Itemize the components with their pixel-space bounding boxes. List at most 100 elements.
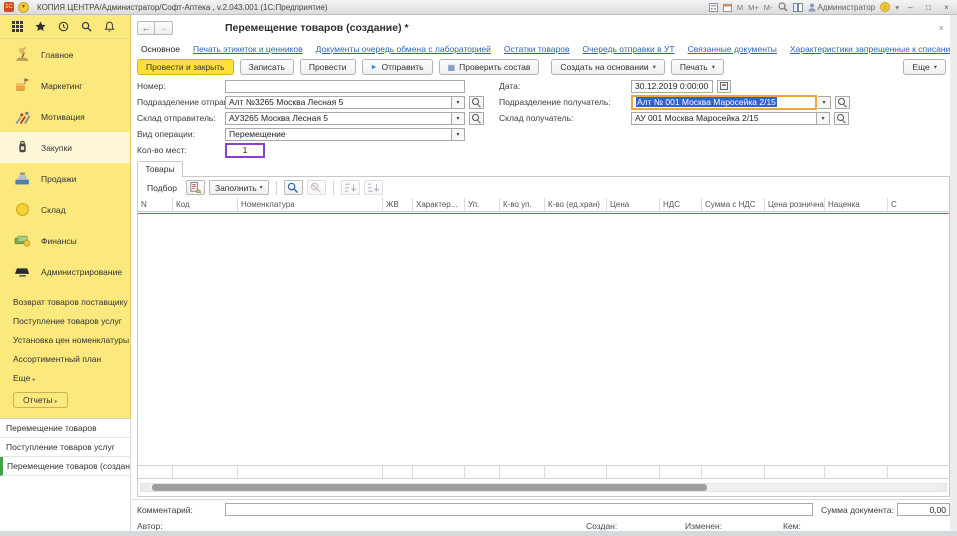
sidebar-link-more[interactable]: Еще ▸ <box>13 373 130 383</box>
sort-descending-button[interactable] <box>364 180 383 195</box>
pick-items-icon-button[interactable] <box>186 180 205 195</box>
close-window-button[interactable]: × <box>940 3 953 12</box>
operation-type-dropdown[interactable]: ▾ <box>452 128 465 141</box>
sidebar-link-return-to-supplier[interactable]: Возврат товаров поставщику <box>13 297 130 307</box>
calculator-icon[interactable] <box>709 3 718 12</box>
scrollbar-thumb[interactable] <box>152 484 707 491</box>
info-icon[interactable]: i <box>880 2 890 12</box>
tab-lab-exchange-queue[interactable]: Документы очередь обмена с лабораторией <box>316 44 491 54</box>
department-receiver-dropdown[interactable]: ▾ <box>818 96 831 109</box>
warehouse-sender-open-button[interactable] <box>469 112 484 125</box>
sidebar-link-goods-receipt[interactable]: Поступление товаров услуг <box>13 316 130 326</box>
maximize-button[interactable]: □ <box>922 3 935 12</box>
horizontal-scrollbar[interactable] <box>140 483 947 492</box>
column-header-vat[interactable]: НДС <box>660 198 702 211</box>
current-user[interactable]: Администратор <box>808 3 876 12</box>
apps-grid-icon[interactable] <box>12 21 23 32</box>
warehouse-sender-dropdown[interactable]: ▾ <box>452 112 465 125</box>
goods-table-body[interactable] <box>138 214 949 463</box>
number-input[interactable] <box>225 80 465 93</box>
calendar-mini-icon[interactable] <box>723 3 732 12</box>
write-button[interactable]: Записать <box>240 59 294 75</box>
tab-print-labels[interactable]: Печать этикеток и ценников <box>193 44 303 54</box>
open-window-item-goods-transfer[interactable]: Перемещение товаров <box>0 419 130 438</box>
open-window-item-goods-receipt[interactable]: Поступление товаров услуг <box>0 438 130 457</box>
more-button[interactable]: Еще ▾ <box>903 59 946 75</box>
column-header-price[interactable]: Цена <box>607 198 660 211</box>
minimize-button[interactable]: – <box>904 3 917 12</box>
cancel-find-button[interactable] <box>307 180 326 195</box>
column-header-pack-qty[interactable]: К-во уп. <box>500 198 545 211</box>
column-header-zhv[interactable]: ЖВ <box>383 198 413 211</box>
column-header-retail-price[interactable]: Цена розничная <box>765 198 825 211</box>
calendar-button[interactable] <box>717 80 731 93</box>
sidebar-item-sales[interactable]: Продажи <box>0 163 130 194</box>
sidebar-item-finance[interactable]: Финансы <box>0 225 130 256</box>
post-button[interactable]: Провести <box>300 59 356 75</box>
column-header-characteristic[interactable]: Характер... <box>413 198 465 211</box>
tab-ut-send-queue[interactable]: Очередь отправки в УТ <box>583 44 675 54</box>
open-window-item-goods-transfer-new[interactable]: Перемещение товаров (создание) * <box>0 457 130 476</box>
tab-main[interactable]: Основное <box>141 44 180 54</box>
department-receiver-open-button[interactable] <box>835 96 850 109</box>
comment-input[interactable] <box>225 503 813 516</box>
find-button[interactable] <box>284 180 303 195</box>
scroll-left-arrow[interactable] <box>141 484 150 491</box>
operation-type-input[interactable]: Перемещение <box>225 128 452 141</box>
date-input[interactable]: 30.12.2019 0:00:00 <box>631 80 713 93</box>
sidebar-item-motivation[interactable]: Мотивация <box>0 101 130 132</box>
warehouse-receiver-dropdown[interactable]: ▾ <box>817 112 830 125</box>
tab-goods-balance[interactable]: Остатки товаров <box>504 44 570 54</box>
warehouse-receiver-open-button[interactable] <box>834 112 849 125</box>
pick-button[interactable]: Подбор <box>142 181 182 195</box>
forward-button[interactable]: → <box>155 21 173 35</box>
check-composition-button[interactable]: ▦ Проверить состав <box>439 59 540 75</box>
places-count-input[interactable]: 1 <box>225 143 265 158</box>
history-icon[interactable] <box>58 21 69 32</box>
department-sender-input[interactable]: Алт №3265 Москва Лесная 5 <box>225 96 452 109</box>
tab-related-documents[interactable]: Связанные документы <box>688 44 777 54</box>
scroll-right-arrow[interactable] <box>937 484 946 491</box>
sidebar-item-administration[interactable]: Администрирование <box>0 256 130 287</box>
create-from-button[interactable]: Создать на основании ▾ <box>551 59 664 75</box>
column-header-pack[interactable]: Уп. <box>465 198 500 211</box>
back-button[interactable]: ← <box>137 21 155 35</box>
close-form-icon[interactable]: × <box>935 23 948 33</box>
sidebar-item-purchases[interactable]: Закупки <box>0 132 130 163</box>
zoom-icon[interactable] <box>778 2 788 12</box>
main-menu-button[interactable]: ▾ <box>18 2 29 13</box>
column-header-sum[interactable]: С <box>888 198 949 211</box>
memory-m-button[interactable]: М <box>737 3 743 12</box>
column-header-n[interactable]: N <box>138 198 173 211</box>
reports-button[interactable]: Отчеты ▸ <box>13 392 68 408</box>
sidebar-link-price-setting[interactable]: Установка цен номенклатуры <box>13 335 130 345</box>
send-button[interactable]: ► Отправить <box>362 59 433 75</box>
print-button[interactable]: Печать ▾ <box>671 59 724 75</box>
column-header-sum-vat[interactable]: Сумма с НДС <box>702 198 765 211</box>
sidebar-link-assortment-plan[interactable]: Ассортиментный план <box>13 354 130 364</box>
sidebar-item-warehouse[interactable]: Склад <box>0 194 130 225</box>
tab-goods[interactable]: Товары <box>137 161 183 177</box>
notifications-bell-icon[interactable] <box>104 21 115 32</box>
department-sender-open-button[interactable] <box>469 96 484 109</box>
sort-ascending-button[interactable] <box>341 180 360 195</box>
department-sender-dropdown[interactable]: ▾ <box>452 96 465 109</box>
post-and-close-button[interactable]: Провести и закрыть <box>137 59 234 75</box>
favorites-star-icon[interactable] <box>35 21 46 32</box>
sidebar-item-main[interactable]: Главное <box>0 39 130 70</box>
memory-mminus-button[interactable]: М- <box>764 3 773 12</box>
split-view-icon[interactable] <box>793 3 803 12</box>
tab-forbidden-characteristics[interactable]: Характеристики запрещенные к списанию <box>790 44 957 54</box>
column-header-code[interactable]: Код <box>173 198 238 211</box>
column-header-nomenclature[interactable]: Номенклатура <box>238 198 383 211</box>
warehouse-sender-input[interactable]: АУ3265 Москва Лесная 5 <box>225 112 452 125</box>
column-header-qty-units[interactable]: К-во (ед.хран) <box>545 198 607 211</box>
info-dropdown-icon[interactable]: ▾ <box>895 3 899 12</box>
column-header-markup[interactable]: Наценка <box>825 198 888 211</box>
department-receiver-input[interactable]: Алт № 001 Москва Маросейка 2/15 <box>631 95 817 110</box>
warehouse-receiver-input[interactable]: АУ 001 Москва Маросейка 2/15 <box>631 112 817 125</box>
memory-mplus-button[interactable]: М+ <box>748 3 759 12</box>
sidebar-item-marketing[interactable]: Маркетинг <box>0 70 130 101</box>
fill-button[interactable]: Заполнить ▾ <box>209 180 269 195</box>
search-icon[interactable] <box>81 21 92 32</box>
